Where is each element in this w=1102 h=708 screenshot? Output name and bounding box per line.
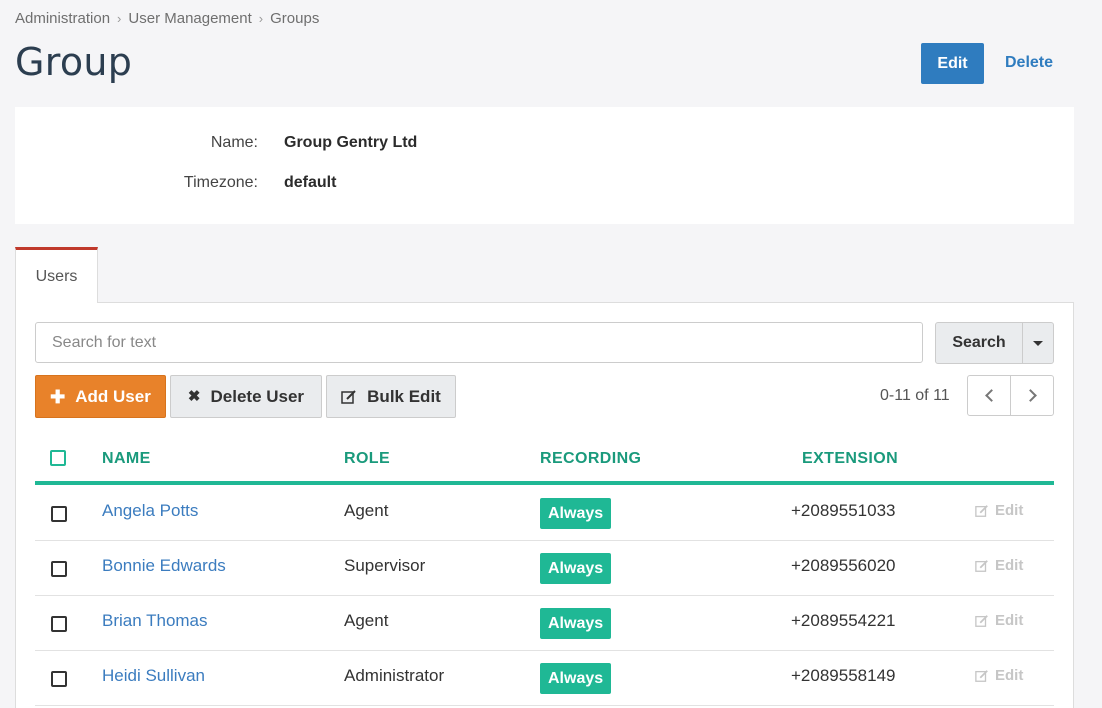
breadcrumb-item-administration[interactable]: Administration bbox=[15, 10, 110, 27]
row-edit-label: Edit bbox=[995, 667, 1024, 684]
recording-badge: Always bbox=[540, 498, 612, 529]
user-name-link[interactable]: Heidi Sullivan bbox=[102, 666, 205, 686]
user-extension: +2089558149 bbox=[791, 666, 896, 685]
tab-users[interactable]: Users bbox=[15, 247, 98, 303]
table-row: Bonnie Edwards Supervisor Always +208955… bbox=[35, 541, 1054, 596]
column-header-extension[interactable]: EXTENSION bbox=[802, 450, 898, 468]
column-header-recording[interactable]: RECORDING bbox=[540, 450, 641, 468]
row-edit-label: Edit bbox=[995, 612, 1024, 629]
user-extension: +2089554221 bbox=[791, 611, 896, 630]
user-name-link[interactable]: Brian Thomas bbox=[102, 611, 208, 631]
recording-badge: Always bbox=[540, 663, 612, 694]
timezone-label: Timezone: bbox=[183, 174, 258, 191]
select-all-checkbox[interactable] bbox=[50, 450, 66, 466]
row-checkbox[interactable] bbox=[51, 506, 67, 522]
user-name-link[interactable]: Angela Potts bbox=[102, 501, 198, 521]
row-edit-button[interactable]: Edit bbox=[975, 502, 1023, 519]
close-icon: ✖ bbox=[187, 388, 201, 405]
row-edit-label: Edit bbox=[995, 502, 1024, 519]
user-extension: +2089556020 bbox=[791, 556, 896, 575]
edit-icon bbox=[975, 504, 988, 517]
column-header-name[interactable]: NAME bbox=[102, 450, 151, 468]
chevron-right-icon: › bbox=[117, 11, 122, 26]
user-role: Administrator bbox=[344, 666, 445, 685]
table-header: NAME ROLE RECORDING EXTENSION bbox=[35, 440, 1054, 485]
user-extension: +2089551033 bbox=[791, 501, 896, 520]
table-row: Brian Thomas Agent Always +2089554221 Ed… bbox=[35, 596, 1054, 651]
chevron-right-icon: › bbox=[258, 11, 264, 26]
breadcrumb-item-groups[interactable]: Groups bbox=[270, 10, 319, 27]
next-page-button[interactable] bbox=[1010, 375, 1054, 416]
row-edit-button[interactable]: Edit bbox=[975, 557, 1023, 574]
user-role: Agent bbox=[344, 611, 389, 630]
delete-user-button[interactable]: ✖ Delete User bbox=[170, 375, 322, 418]
column-header-role[interactable]: ROLE bbox=[344, 450, 390, 468]
plus-icon: ✚ bbox=[50, 386, 66, 407]
caret-down-icon bbox=[1033, 340, 1043, 346]
edit-icon bbox=[975, 669, 988, 682]
row-edit-label: Edit bbox=[995, 557, 1024, 574]
name-value: Group Gentry Ltd bbox=[284, 134, 418, 151]
bulk-edit-button[interactable]: Bulk Edit bbox=[326, 375, 456, 418]
recording-badge: Always bbox=[540, 553, 612, 584]
breadcrumb-item-user-management[interactable]: User Management bbox=[128, 10, 251, 27]
edit-icon bbox=[975, 614, 988, 627]
recording-badge: Always bbox=[540, 608, 612, 639]
table-row: Heidi Sullivan Administrator Always +208… bbox=[35, 651, 1054, 706]
table-row: Angela Potts Agent Always +2089551033 Ed… bbox=[35, 486, 1054, 541]
pagination-info: 0-11 of 11 bbox=[880, 387, 950, 404]
name-label: Name: bbox=[210, 134, 258, 151]
chevron-right-icon bbox=[1023, 389, 1037, 402]
delete-user-label: Delete User bbox=[210, 386, 305, 406]
row-edit-button[interactable]: Edit bbox=[975, 667, 1023, 684]
breadcrumb: Administration › User Management › Group… bbox=[15, 10, 319, 27]
user-name-link[interactable]: Bonnie Edwards bbox=[102, 556, 226, 576]
search-input[interactable] bbox=[35, 322, 923, 363]
row-checkbox[interactable] bbox=[51, 561, 67, 577]
group-details-card: Name: Group Gentry Ltd Timezone: default bbox=[15, 107, 1074, 224]
edit-icon bbox=[341, 389, 356, 404]
row-checkbox[interactable] bbox=[51, 671, 67, 687]
user-role: Agent bbox=[344, 501, 389, 520]
add-user-button[interactable]: ✚ Add User bbox=[35, 375, 166, 418]
page-title: Group bbox=[15, 40, 133, 84]
search-button[interactable]: Search bbox=[935, 322, 1023, 364]
edit-group-button[interactable]: Edit bbox=[921, 43, 984, 84]
edit-icon bbox=[975, 559, 988, 572]
previous-page-button[interactable] bbox=[967, 375, 1011, 416]
bulk-edit-label: Bulk Edit bbox=[367, 386, 441, 406]
user-role: Supervisor bbox=[344, 556, 426, 575]
add-user-label: Add User bbox=[75, 386, 151, 406]
row-checkbox[interactable] bbox=[51, 616, 67, 632]
delete-group-link[interactable]: Delete bbox=[1005, 54, 1053, 72]
timezone-value: default bbox=[284, 174, 337, 191]
row-edit-button[interactable]: Edit bbox=[975, 612, 1023, 629]
chevron-left-icon bbox=[984, 389, 998, 402]
search-options-dropdown[interactable] bbox=[1022, 322, 1054, 364]
